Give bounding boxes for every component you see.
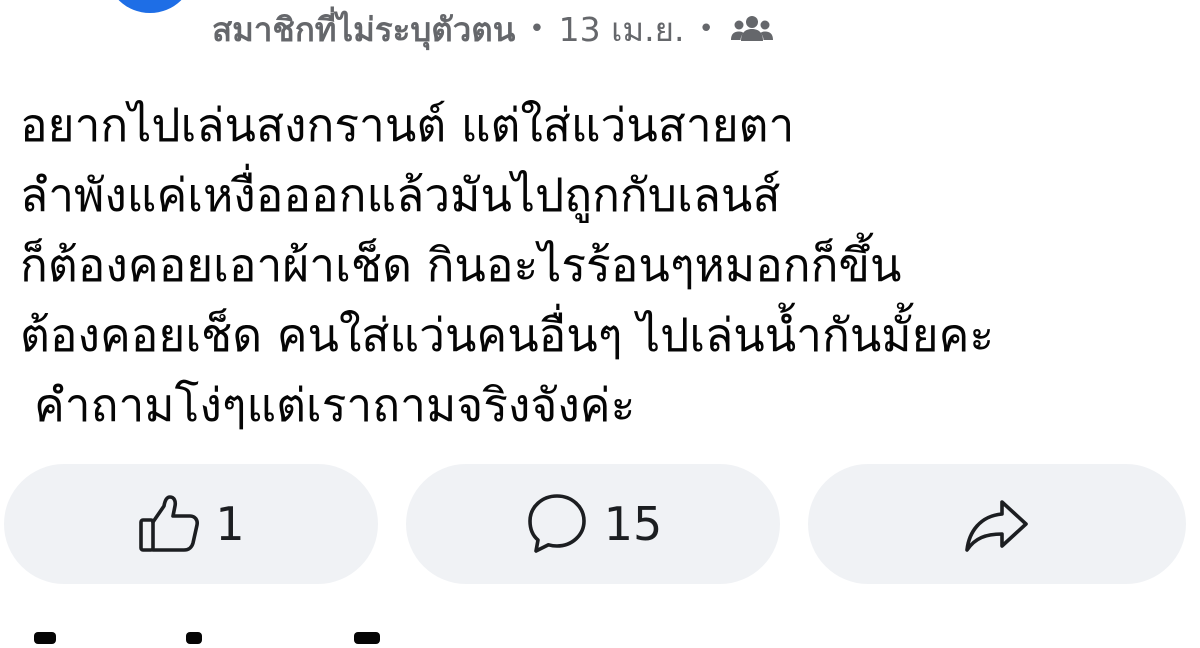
- next-content-peek: [20, 628, 440, 648]
- post-text-line: อยากไปเล่นสงกรานต์ แต่ใส่แว่นสายตา: [20, 98, 795, 152]
- meta-separator: •: [529, 14, 545, 44]
- share-button[interactable]: [808, 464, 1186, 584]
- post-card: สมาชิกที่ไม่ระบุตัวตน • 13 เม.ย. • อยากไ…: [0, 0, 1200, 648]
- like-button[interactable]: 1: [4, 464, 378, 584]
- post-text-line: ต้องคอยเช็ด คนใส่แว่นคนอื่นๆ ไปเล่นน้ำกั…: [20, 308, 995, 362]
- like-count: 1: [215, 497, 245, 551]
- avatar[interactable]: [104, 0, 196, 16]
- group-icon: [730, 13, 774, 45]
- avatar-area: [0, 0, 200, 18]
- text-fragment: [354, 632, 380, 644]
- comment-count: 15: [603, 497, 663, 551]
- comment-button[interactable]: 15: [406, 464, 780, 584]
- post-body: อยากไปเล่นสงกรานต์ แต่ใส่แว่นสายตา ลำพัง…: [20, 90, 1190, 440]
- share-arrow-icon: [962, 494, 1032, 554]
- comment-icon: [524, 491, 590, 557]
- text-fragment: [34, 632, 56, 644]
- post-actions: 1 15: [0, 464, 1200, 584]
- post-text-line: ก็ต้องคอยเอาผ้าเช็ด กินอะไรร้อนๆหมอกก็ขึ…: [20, 238, 902, 292]
- post-text-line: คำถามโง่ๆแต่เราถามจริงจังค่ะ: [34, 378, 636, 432]
- meta-separator: •: [698, 14, 714, 44]
- thumbs-up-icon: [137, 492, 201, 556]
- post-meta: สมาชิกที่ไม่ระบุตัวตน • 13 เม.ย. •: [212, 6, 774, 52]
- post-date[interactable]: 13 เม.ย.: [559, 3, 685, 56]
- post-text-line: ลำพังแค่เหงื่อออกแล้วมันไปถูกกับเลนส์: [20, 168, 781, 222]
- author-name[interactable]: สมาชิกที่ไม่ระบุตัวตน: [212, 3, 515, 56]
- text-fragment: [186, 632, 202, 644]
